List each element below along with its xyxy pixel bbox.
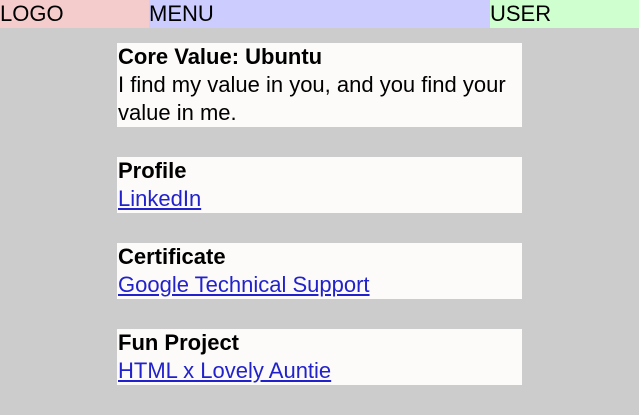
certificate-link[interactable]: Google Technical Support bbox=[118, 271, 370, 299]
fun-project-link[interactable]: HTML x Lovely Auntie bbox=[118, 357, 331, 385]
menu-button[interactable]: MENU bbox=[149, 0, 490, 28]
core-value-text: I find my value in you, and you find you… bbox=[118, 72, 506, 125]
core-value-card: Core Value: Ubuntu I find my value in yo… bbox=[117, 43, 522, 127]
core-value-title: Core Value: Ubuntu bbox=[118, 44, 323, 69]
certificate-card: Certificate Google Technical Support bbox=[117, 243, 522, 299]
top-nav-bar: LOGO MENU USER bbox=[0, 0, 639, 28]
profile-card: Profile LinkedIn bbox=[117, 157, 522, 213]
logo[interactable]: LOGO bbox=[0, 0, 149, 28]
user-menu[interactable]: USER bbox=[490, 0, 639, 28]
profile-title: Profile bbox=[118, 158, 187, 183]
fun-project-card: Fun Project HTML x Lovely Auntie bbox=[117, 329, 522, 385]
certificate-title: Certificate bbox=[118, 244, 226, 269]
fun-project-title: Fun Project bbox=[118, 330, 240, 355]
linkedin-link[interactable]: LinkedIn bbox=[118, 185, 201, 213]
main-content: Core Value: Ubuntu I find my value in yo… bbox=[117, 43, 522, 415]
